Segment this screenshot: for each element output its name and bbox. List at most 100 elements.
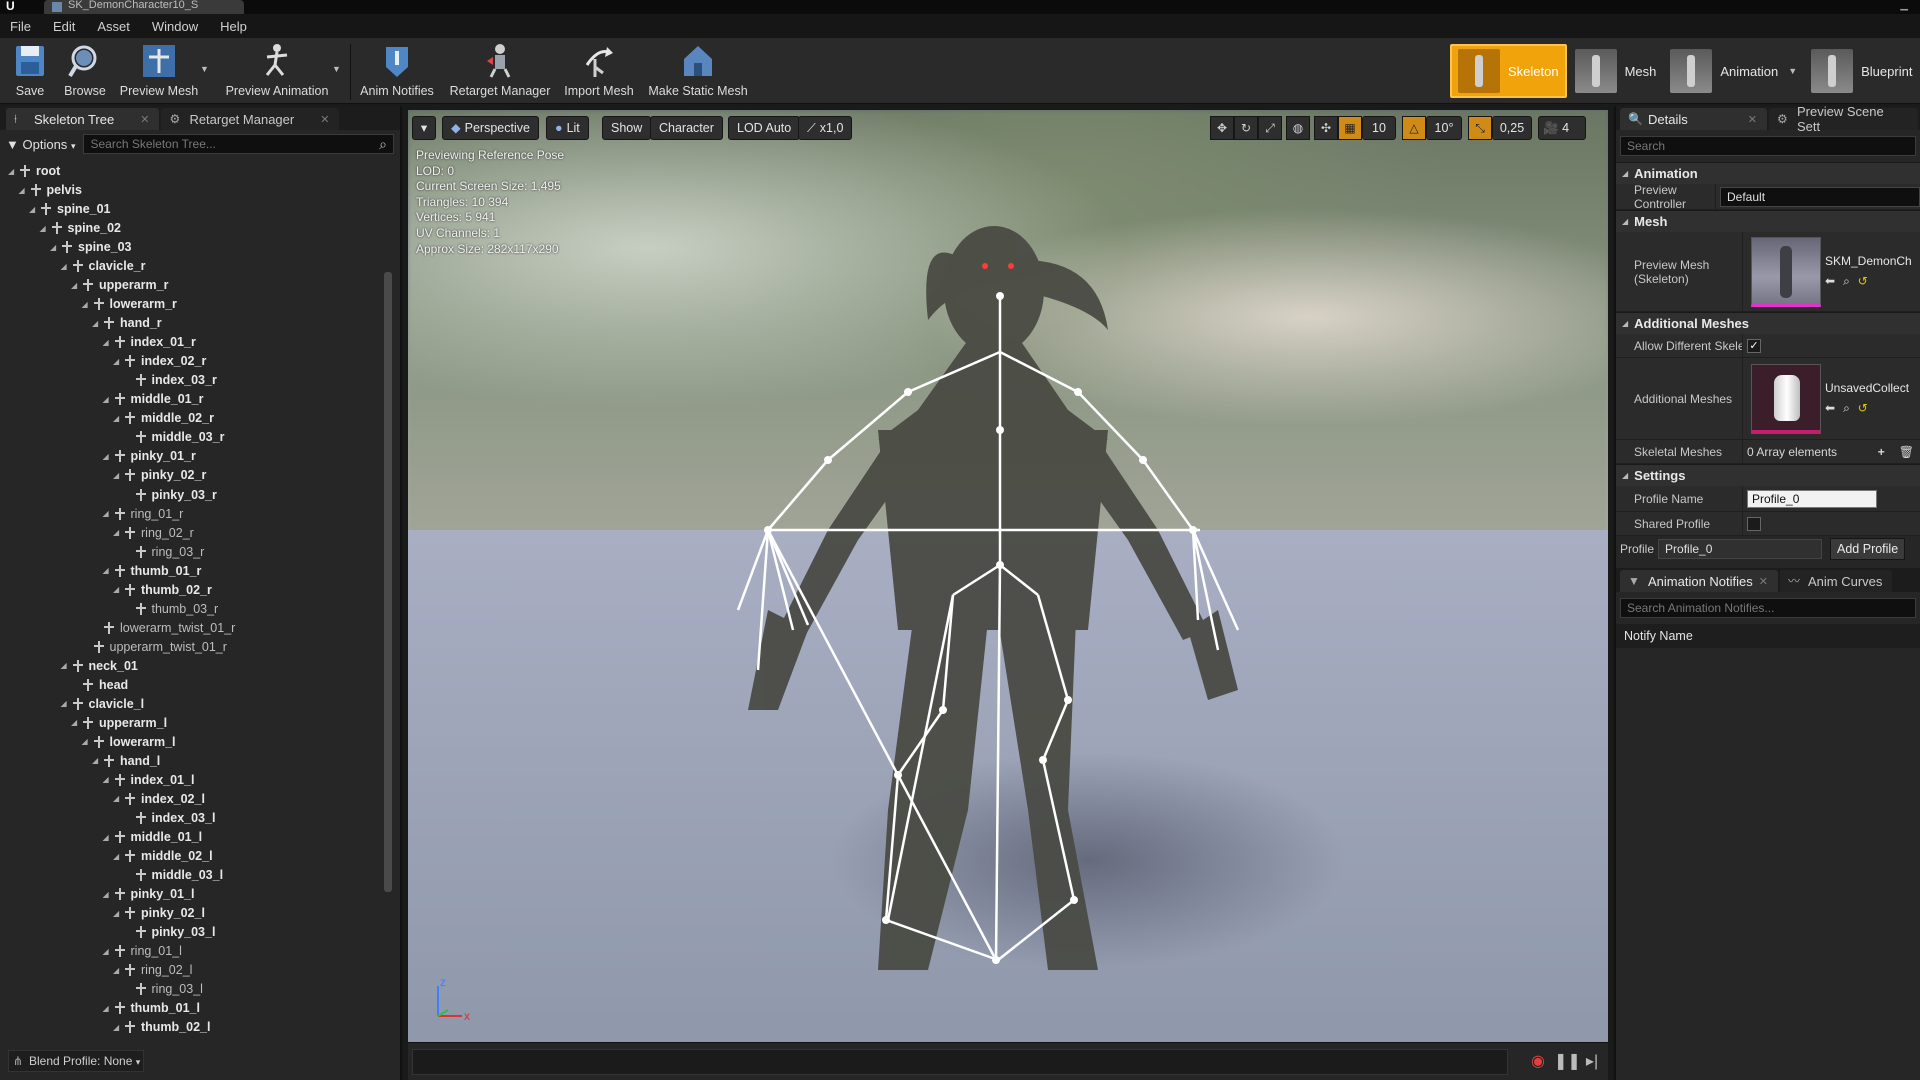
bone-row[interactable]: ◢ upperarm_r: [71, 276, 168, 294]
expand-triangle-icon[interactable]: ◢: [103, 890, 113, 899]
shared-profile-checkbox[interactable]: [1747, 516, 1761, 531]
details-search-input[interactable]: Search: [1620, 136, 1916, 156]
expand-triangle-icon[interactable]: ◢: [103, 452, 113, 461]
use-selected-arrow-icon[interactable]: ⬅: [1825, 274, 1843, 288]
bone-row[interactable]: ◢ ring_02_r: [113, 524, 194, 542]
mode-blueprint-button[interactable]: Blueprint: [1805, 44, 1918, 98]
bone-row[interactable]: ◢ index_01_l: [103, 771, 195, 789]
browse-asset-icon[interactable]: ⌕: [1843, 274, 1858, 288]
mesh-section-header[interactable]: ◢ Mesh: [1616, 210, 1920, 232]
expand-triangle-icon[interactable]: ◢: [29, 205, 39, 214]
record-icon[interactable]: ◉: [1526, 1049, 1550, 1075]
tab-anim-curves[interactable]: 〰 Anim Curves: [1780, 570, 1893, 592]
allow-different-checkbox[interactable]: ✓: [1747, 338, 1761, 353]
expand-triangle-icon[interactable]: ◢: [113, 852, 123, 861]
viewport[interactable]: ▾ ◆ Perspective ● Lit Show Character LOD A…: [408, 110, 1608, 1042]
expand-triangle-icon[interactable]: ◢: [71, 281, 81, 290]
menu-asset[interactable]: Asset: [97, 19, 130, 34]
expand-triangle-icon[interactable]: ◢: [61, 661, 71, 670]
anim-notifies-button[interactable]: Anim Notifies: [356, 40, 438, 102]
expand-triangle-icon[interactable]: ◢: [19, 186, 29, 195]
tab-retarget-manager[interactable]: ⚙ Retarget Manager ✕: [161, 108, 340, 130]
perspective-button[interactable]: ◆ Perspective: [442, 116, 539, 140]
expand-triangle-icon[interactable]: ◢: [113, 528, 123, 537]
bone-row[interactable]: ◢ thumb_02_l: [113, 1018, 210, 1036]
character-button[interactable]: Character: [650, 116, 723, 140]
preview-mesh-dropdown-arrow-icon[interactable]: ▼: [200, 64, 212, 76]
tab-animation-notifies[interactable]: ▼ Animation Notifies ✕: [1620, 570, 1778, 592]
timeline-scrubber[interactable]: [412, 1049, 1508, 1075]
window-controls[interactable]: ▁: [1900, 0, 1908, 11]
blend-profile-dropdown[interactable]: ⋔ Blend Profile: None ▾: [8, 1050, 144, 1072]
expand-triangle-icon[interactable]: ◢: [82, 737, 92, 746]
expand-triangle-icon[interactable]: ◢: [113, 471, 123, 480]
bone-row[interactable]: ◢ thumb_01_l: [103, 999, 200, 1017]
bone-row[interactable]: ◢ ring_02_l: [113, 961, 192, 979]
notify-search-input[interactable]: Search Animation Notifies...: [1620, 598, 1916, 618]
document-tab[interactable]: SK_DemonCharacter10_S: [44, 0, 244, 14]
bone-row[interactable]: thumb_03_r: [124, 600, 218, 618]
scale-icon[interactable]: ⤢: [1258, 116, 1282, 140]
expand-triangle-icon[interactable]: ◢: [61, 699, 71, 708]
expand-triangle-icon[interactable]: ◢: [71, 718, 81, 727]
expand-triangle-icon[interactable]: ◢: [113, 357, 123, 366]
browse-button[interactable]: Browse: [62, 40, 108, 102]
preview-mesh-button[interactable]: Preview Mesh: [118, 40, 200, 102]
reset-icon[interactable]: ↺: [1858, 274, 1876, 288]
browse-asset-icon[interactable]: ⌕: [1843, 401, 1858, 415]
rotation-snap-value[interactable]: 10°: [1426, 116, 1462, 140]
expand-triangle-icon[interactable]: ◢: [50, 243, 60, 252]
bone-row[interactable]: ◢ spine_02: [40, 219, 122, 237]
tab-skeleton-tree[interactable]: ⍿ Skeleton Tree ✕: [6, 108, 160, 130]
bone-row[interactable]: ◢ hand_r: [92, 314, 162, 332]
grid-snap-icon[interactable]: ▦: [1338, 116, 1362, 140]
additional-meshes-asset-name[interactable]: UnsavedCollect: [1825, 381, 1909, 395]
bone-row[interactable]: ◢ spine_03: [50, 238, 132, 256]
preview-controller-dropdown[interactable]: Default: [1720, 186, 1920, 207]
bone-row[interactable]: ◢ root: [8, 162, 60, 180]
reset-icon[interactable]: ↺: [1858, 401, 1876, 415]
bone-row[interactable]: ◢ pinky_02_r: [113, 466, 206, 484]
bone-row[interactable]: ring_03_l: [124, 980, 203, 998]
expand-triangle-icon[interactable]: ◢: [113, 585, 123, 594]
menu-window[interactable]: Window: [152, 19, 198, 34]
retarget-manager-button[interactable]: Retarget Manager: [446, 40, 554, 102]
bone-row[interactable]: ◢ clavicle_r: [61, 257, 146, 275]
animation-section-header[interactable]: ◢ Animation: [1616, 162, 1920, 184]
expand-triangle-icon[interactable]: ◢: [103, 395, 113, 404]
bone-row[interactable]: middle_03_l: [124, 866, 223, 884]
preview-mesh-thumbnail[interactable]: [1751, 236, 1821, 307]
expand-triangle-icon[interactable]: ◢: [113, 414, 123, 423]
rotation-snap-icon[interactable]: △: [1402, 116, 1426, 140]
scale-snap-value[interactable]: 0,25: [1492, 116, 1532, 140]
step-forward-icon[interactable]: ▸|: [1580, 1049, 1604, 1075]
bone-row[interactable]: ◢ lowerarm_l: [82, 733, 176, 751]
expand-triangle-icon[interactable]: ◢: [103, 775, 113, 784]
bone-row[interactable]: pinky_03_l: [124, 923, 215, 941]
bone-row[interactable]: upperarm_twist_01_r: [82, 638, 227, 656]
bone-row[interactable]: ring_03_r: [124, 543, 204, 561]
expand-triangle-icon[interactable]: ◢: [113, 909, 123, 918]
mode-mesh-button[interactable]: Mesh: [1569, 44, 1663, 98]
lit-button[interactable]: ● Lit: [546, 116, 589, 140]
playback-speed-button[interactable]: ⟋ x1,0: [798, 116, 853, 140]
bone-row[interactable]: ◢ pelvis: [19, 181, 82, 199]
expand-triangle-icon[interactable]: ◢: [113, 1023, 123, 1032]
bone-row[interactable]: ◢ thumb_01_r: [103, 562, 202, 580]
profile-name-input[interactable]: Profile_0: [1747, 489, 1877, 508]
expand-triangle-icon[interactable]: ◢: [8, 167, 18, 176]
bone-row[interactable]: ◢ middle_01_l: [103, 828, 203, 846]
bone-row[interactable]: ◢ middle_02_r: [113, 409, 214, 427]
close-icon[interactable]: ✕: [140, 113, 149, 126]
surface-snap-icon[interactable]: ✣: [1314, 116, 1338, 140]
bone-row[interactable]: ◢ lowerarm_r: [82, 295, 177, 313]
expand-triangle-icon[interactable]: ◢: [113, 794, 123, 803]
bone-row[interactable]: ◢ ring_01_l: [103, 942, 182, 960]
mode-animation-button[interactable]: Animation ▼: [1664, 44, 1803, 98]
bone-row[interactable]: index_03_r: [124, 371, 217, 389]
expand-triangle-icon[interactable]: ◢: [103, 509, 113, 518]
tab-preview-scene-settings[interactable]: ⚙ Preview Scene Sett: [1768, 104, 1918, 134]
expand-triangle-icon[interactable]: ◢: [103, 566, 113, 575]
expand-triangle-icon[interactable]: ◢: [103, 947, 113, 956]
use-selected-arrow-icon[interactable]: ⬅: [1825, 401, 1843, 415]
